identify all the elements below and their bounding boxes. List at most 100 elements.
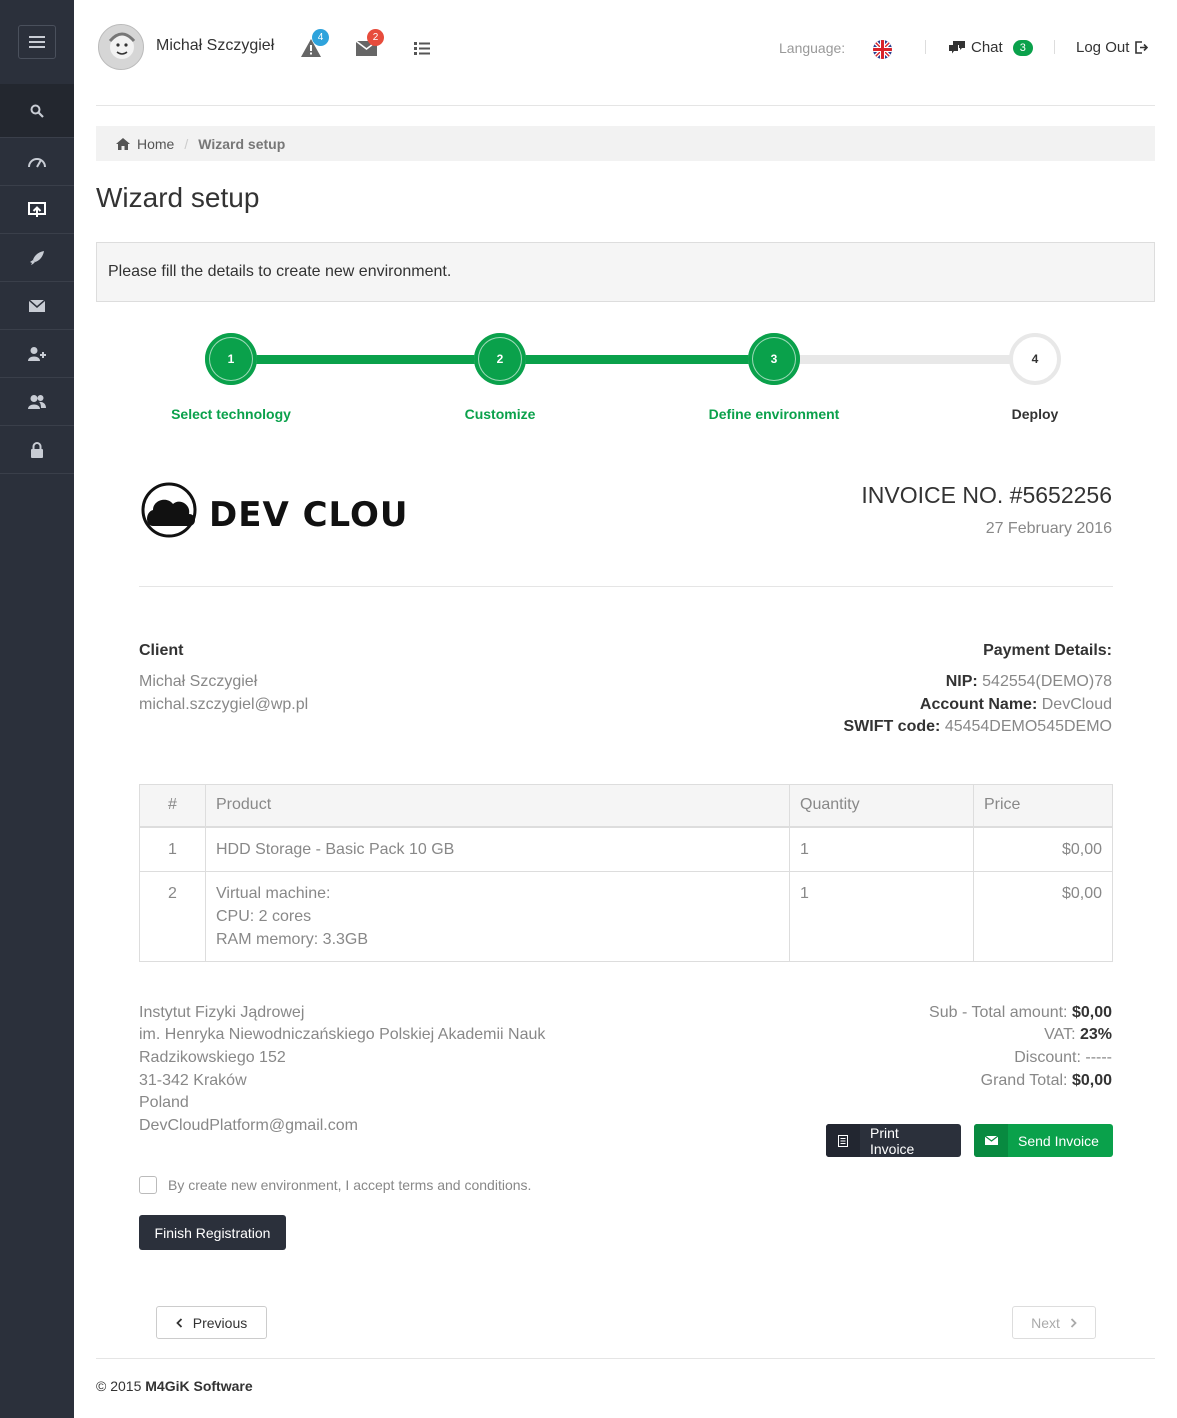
wizard-step-number: 3: [770, 352, 778, 366]
previous-button[interactable]: Previous: [156, 1306, 267, 1339]
product-line: RAM memory: 3.3GB: [216, 930, 369, 948]
divider: [1054, 40, 1055, 54]
address-line: im. Henryka Niewodniczańskiego Polskiej …: [139, 1026, 546, 1043]
chevron-left-icon: [175, 1317, 182, 1328]
chat-icon: [949, 41, 965, 54]
row-price: $0,00: [973, 826, 1113, 872]
language-label: Language:: [779, 40, 846, 56]
column-header: Quantity: [789, 784, 974, 828]
wizard-progress-line: [231, 355, 500, 364]
row-quantity: 1: [789, 826, 974, 872]
uk-flag-icon: [873, 40, 892, 59]
logout-button[interactable]: Log Out: [1076, 39, 1149, 56]
rocket-icon: [30, 250, 44, 265]
row-number: 1: [139, 826, 206, 872]
logout-icon: [1135, 41, 1149, 54]
payment-account: Account Name: DevCloud: [919, 696, 1112, 713]
footer-company: M4GiK Software: [145, 1378, 253, 1394]
upload-screen-icon: [28, 201, 46, 217]
sidebar: [0, 0, 74, 1418]
address-line: Poland: [139, 1094, 189, 1111]
envelope-icon: [974, 1124, 1008, 1157]
wizard-step-2[interactable]: 2: [474, 333, 526, 385]
sidebar-top: [0, 0, 74, 84]
sidebar-item-security[interactable]: [0, 426, 74, 474]
client-heading: Client: [139, 642, 184, 659]
wizard-step-number: 2: [496, 352, 504, 366]
invoice-table: # Product Quantity Price 1 HDD Storage -…: [139, 784, 1113, 962]
messages-button[interactable]: 2: [355, 29, 384, 60]
address-email: DevCloudPlatform@gmail.com: [139, 1117, 358, 1134]
username[interactable]: Michał Szczygieł: [156, 37, 274, 55]
footer: © 2015 M4GiK Software: [96, 1378, 253, 1394]
sidebar-item-wizard[interactable]: [0, 186, 74, 234]
sidebar-item-dashboard[interactable]: [0, 138, 74, 186]
print-icon: [826, 1124, 860, 1157]
next-button[interactable]: Next: [1012, 1306, 1096, 1339]
sidebar-item-add-user[interactable]: [0, 330, 74, 378]
alerts-badge: 4: [312, 29, 329, 46]
grand-total: Grand Total: $0,00: [980, 1072, 1112, 1089]
chat-button[interactable]: Chat 3: [949, 39, 1033, 56]
breadcrumb-home[interactable]: Home: [116, 136, 174, 152]
sidebar-item-deploy[interactable]: [0, 234, 74, 282]
users-icon: [28, 394, 46, 409]
client-email: michal.szczygiel@wp.pl: [139, 696, 309, 713]
discount: Discount: -----: [1014, 1049, 1112, 1066]
footer-copyright: © 2015: [96, 1378, 142, 1394]
divider: [925, 40, 926, 54]
address-line: Instytut Fizyki Jądrowej: [139, 1004, 305, 1021]
list-icon: [414, 42, 430, 55]
wizard-step-label: Select technology: [171, 406, 291, 422]
row-number: 2: [139, 870, 206, 962]
wizard-progress-line: [774, 355, 1035, 364]
wizard-steps: 1 2 3 4 Select technology Customize Defi…: [96, 330, 1155, 440]
chat-badge: 3: [1012, 39, 1033, 56]
product-line: CPU: 2 cores: [216, 907, 312, 925]
finish-registration-button[interactable]: Finish Registration: [139, 1215, 286, 1250]
invoice-date: 27 February 2016: [985, 520, 1112, 537]
divider: [139, 586, 1113, 587]
row-price: $0,00: [973, 870, 1113, 962]
page-title: Wizard setup: [96, 182, 260, 213]
row-product: Virtual machine: CPU: 2 cores RAM memory…: [205, 870, 790, 962]
info-alert: Please fill the details to create new en…: [96, 242, 1155, 302]
payment-nip: NIP: 542554(DEMO)78: [945, 673, 1112, 690]
wizard-step-label: Customize: [464, 406, 536, 422]
send-invoice-button[interactable]: Send Invoice: [974, 1124, 1113, 1157]
dashboard-icon: [28, 157, 46, 167]
subtotal: Sub - Total amount: $0,00: [929, 1004, 1112, 1021]
avatar[interactable]: [98, 24, 144, 70]
sidebar-item-mail[interactable]: [0, 282, 74, 330]
address-line: 31-342 Kraków: [139, 1072, 247, 1089]
devcloud-logo: DEV CLOUD: [139, 482, 437, 544]
payment-swift: SWIFT code: 45454DEMO545DEMO: [843, 718, 1112, 735]
language-flag-uk[interactable]: [873, 40, 892, 59]
alerts-button[interactable]: 4: [300, 29, 329, 62]
divider: [96, 1358, 1155, 1359]
sidebar-item-users[interactable]: [0, 378, 74, 426]
table-row: 2 Virtual machine: CPU: 2 cores RAM memo…: [139, 870, 1113, 962]
logo-text: DEV CLOUD: [209, 495, 409, 535]
wizard-step-label: Deploy: [1011, 406, 1059, 422]
add-user-icon: [28, 346, 46, 361]
tasks-button[interactable]: [414, 42, 430, 59]
wizard-step-3[interactable]: 3: [748, 333, 800, 385]
wizard-step-4[interactable]: 4: [1009, 333, 1061, 385]
sidebar-search[interactable]: [0, 84, 74, 138]
mail-icon: [29, 299, 45, 312]
column-header: #: [139, 784, 206, 828]
terms-checkbox[interactable]: [139, 1176, 157, 1194]
column-header: Price: [973, 784, 1113, 828]
wizard-step-label: Define environment: [708, 406, 840, 422]
send-invoice-label: Send Invoice: [1018, 1132, 1099, 1149]
client-name: Michał Szczygieł: [139, 673, 258, 690]
messages-badge: 2: [367, 29, 384, 46]
row-product: HDD Storage - Basic Pack 10 GB: [205, 826, 790, 872]
column-header: Product: [205, 784, 790, 828]
previous-label: Previous: [192, 1314, 248, 1331]
address-line: Radzikowskiego 152: [139, 1049, 286, 1066]
print-invoice-button[interactable]: Print Invoice: [826, 1124, 961, 1157]
wizard-step-1[interactable]: 1: [205, 333, 257, 385]
menu-toggle-button[interactable]: [18, 25, 56, 59]
